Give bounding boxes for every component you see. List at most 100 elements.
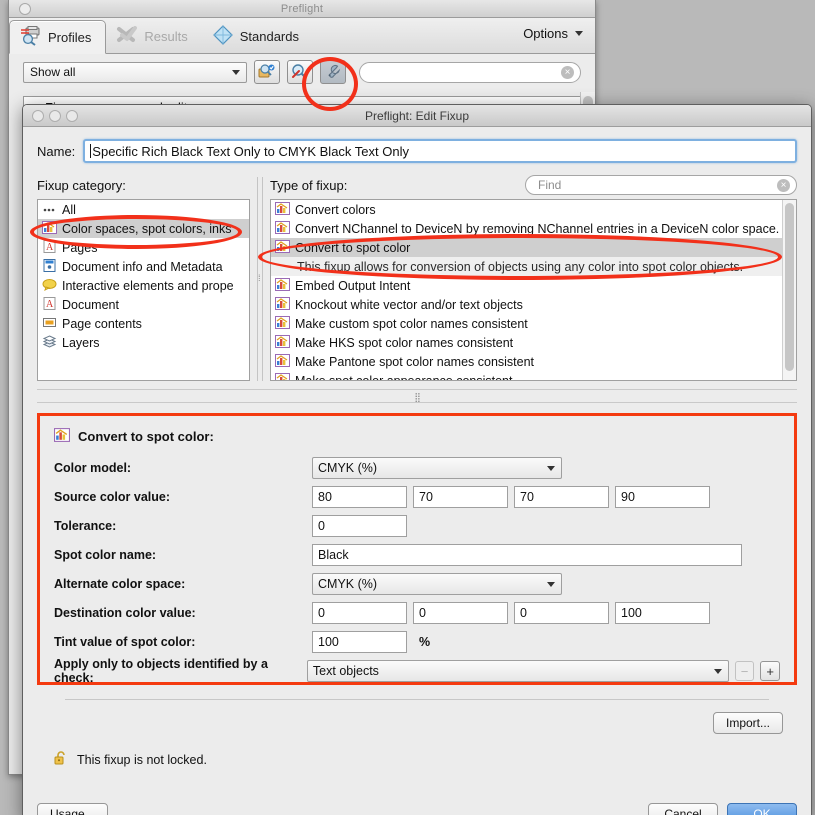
name-input[interactable]: Specific Rich Black Text Only to CMYK Bl… — [83, 139, 797, 163]
document-icon: A — [42, 296, 57, 313]
list-item[interactable]: Make Pantone spot color names consistent — [271, 352, 796, 371]
list-item[interactable]: Make spot color appearance consistent — [271, 371, 796, 380]
list-item-label: Convert colors — [295, 202, 376, 217]
metadata-icon — [42, 258, 57, 275]
remove-check-button[interactable]: − — [734, 661, 755, 681]
list-item[interactable]: Knockout white vector and/or text object… — [271, 295, 796, 314]
percent-unit-label: % — [419, 635, 431, 649]
tint-value-input[interactable]: 100 — [312, 631, 407, 653]
list-item[interactable]: Convert colors — [271, 200, 796, 219]
text-caret — [90, 144, 92, 158]
list-item-label: Document info and Metadata — [62, 259, 223, 274]
lock-status-row: This fixup is not locked. — [37, 734, 797, 769]
horizontal-splitter[interactable]: ⣿ — [37, 389, 797, 403]
preflight-search-input[interactable]: × — [359, 61, 581, 83]
tint-value-row: Tint value of spot color: 100 % — [54, 631, 780, 653]
source-color-y-input[interactable]: 70 — [514, 486, 609, 508]
chevron-down-icon — [547, 465, 555, 471]
clear-icon[interactable]: × — [777, 178, 790, 192]
fixup-type-column: Type of fixup: Find × Convert colors Con… — [270, 175, 797, 381]
wrench-icon-button[interactable] — [320, 60, 346, 84]
vertical-splitter[interactable]: ⁞ — [250, 177, 270, 381]
scrollbar-thumb[interactable] — [785, 203, 794, 371]
magnifier-wrench-icon-button[interactable] — [287, 60, 313, 84]
zoom-button[interactable] — [66, 110, 78, 122]
list-item[interactable]: Page contents — [38, 314, 249, 333]
list-item-color-spaces[interactable]: Color spaces, spot colors, inks — [38, 219, 249, 238]
spot-color-name-input[interactable]: Black — [312, 544, 742, 566]
list-item[interactable]: Embed Output Intent — [271, 276, 796, 295]
list-item[interactable]: Layers — [38, 333, 249, 352]
dialog-title: Preflight: Edit Fixup — [364, 108, 470, 123]
standards-icon — [212, 24, 234, 48]
window-controls[interactable] — [32, 110, 78, 122]
color-spaces-icon — [275, 334, 290, 351]
list-item[interactable]: Document info and Metadata — [38, 257, 249, 276]
list-item[interactable]: A Pages — [38, 238, 249, 257]
list-item[interactable]: All — [38, 200, 249, 219]
tab-profiles[interactable]: Profiles — [9, 20, 107, 54]
screenshot-root: Preflight Profiles Results Standards Opt… — [0, 0, 815, 815]
usage-button[interactable]: Usage... — [37, 803, 108, 815]
list-item[interactable]: Interactive elements and prope — [38, 276, 249, 295]
cancel-button[interactable]: Cancel — [648, 803, 718, 815]
list-item-convert-to-spot-color[interactable]: Convert to spot color — [271, 238, 796, 257]
svg-text:A: A — [46, 299, 54, 310]
fixup-category-list[interactable]: All Color spaces, spot colors, inks A Pa… — [37, 199, 250, 381]
color-model-dropdown[interactable]: CMYK (%) — [312, 457, 562, 479]
find-input[interactable]: Find × — [525, 175, 797, 195]
list-item-label: Make HKS spot color names consistent — [295, 335, 514, 350]
color-spaces-icon — [275, 201, 290, 218]
source-color-m-input[interactable]: 70 — [413, 486, 508, 508]
color-model-label: Color model: — [54, 461, 132, 475]
tolerance-row: Tolerance: 0 — [54, 515, 780, 537]
alternate-color-space-row: Alternate color space: CMYK (%) — [54, 573, 780, 595]
color-spaces-icon — [275, 277, 290, 294]
list-item-label: Interactive elements and prope — [62, 278, 234, 293]
preflight-toolbar: Show all × — [9, 54, 595, 90]
splitter-grip[interactable]: ⣿ — [414, 392, 421, 403]
destination-color-y-input[interactable]: 0 — [514, 602, 609, 624]
unlocked-padlock-icon — [53, 750, 69, 769]
list-item[interactable]: A Document — [38, 295, 249, 314]
name-input-value: Specific Rich Black Text Only to CMYK Bl… — [92, 143, 409, 159]
fixup-type-list[interactable]: Convert colors Convert NChannel to Devic… — [270, 199, 797, 381]
list-item-label: Knockout white vector and/or text object… — [295, 297, 523, 312]
destination-color-c-input[interactable]: 0 — [312, 602, 407, 624]
source-color-value-row: Source color value: 80 70 70 90 — [54, 486, 780, 508]
list-item[interactable]: Make HKS spot color names consistent — [271, 333, 796, 352]
settings-header: Convert to spot color: — [54, 428, 780, 445]
import-button[interactable]: Import... — [712, 712, 783, 734]
tab-results[interactable]: Results — [106, 19, 201, 53]
lock-status-label: This fixup is not locked. — [77, 752, 207, 767]
list-item-label: Convert NChannel to DeviceN by removing … — [295, 221, 780, 236]
destination-color-m-input[interactable]: 0 — [413, 602, 508, 624]
tab-profiles-label: Profiles — [48, 29, 92, 45]
magnifier-check-icon-button[interactable] — [254, 60, 280, 84]
color-model-row: Color model: CMYK (%) — [54, 457, 780, 479]
source-color-k-input[interactable]: 90 — [615, 486, 710, 508]
color-spaces-icon — [42, 220, 57, 237]
ok-button[interactable]: OK — [727, 803, 797, 815]
options-menu[interactable]: Options — [523, 26, 583, 41]
close-button[interactable] — [32, 110, 44, 122]
show-all-dropdown[interactable]: Show all — [23, 61, 247, 83]
list-item-label: Color spaces, spot colors, inks — [62, 221, 232, 236]
source-color-c-input[interactable]: 80 — [312, 486, 407, 508]
window-close-button[interactable] — [19, 3, 31, 15]
dialog-content: Name: Specific Rich Black Text Only to C… — [23, 127, 811, 815]
splitter-grip[interactable]: ⁞ — [258, 273, 261, 283]
fixup-type-scrollbar[interactable] — [782, 200, 796, 380]
color-spaces-icon — [275, 220, 290, 237]
tolerance-input[interactable]: 0 — [312, 515, 407, 537]
destination-color-k-input[interactable]: 100 — [615, 602, 710, 624]
list-item[interactable]: Convert NChannel to DeviceN by removing … — [271, 219, 796, 238]
list-item[interactable]: Make custom spot color names consistent — [271, 314, 796, 333]
clear-icon[interactable]: × — [561, 65, 574, 79]
minimize-button[interactable] — [49, 110, 61, 122]
add-check-button[interactable]: + — [760, 661, 780, 681]
alternate-color-space-dropdown[interactable]: CMYK (%) — [312, 573, 562, 595]
layers-icon — [42, 334, 57, 351]
tab-standards[interactable]: Standards — [202, 19, 313, 53]
apply-only-to-dropdown[interactable]: Text objects — [306, 660, 729, 682]
